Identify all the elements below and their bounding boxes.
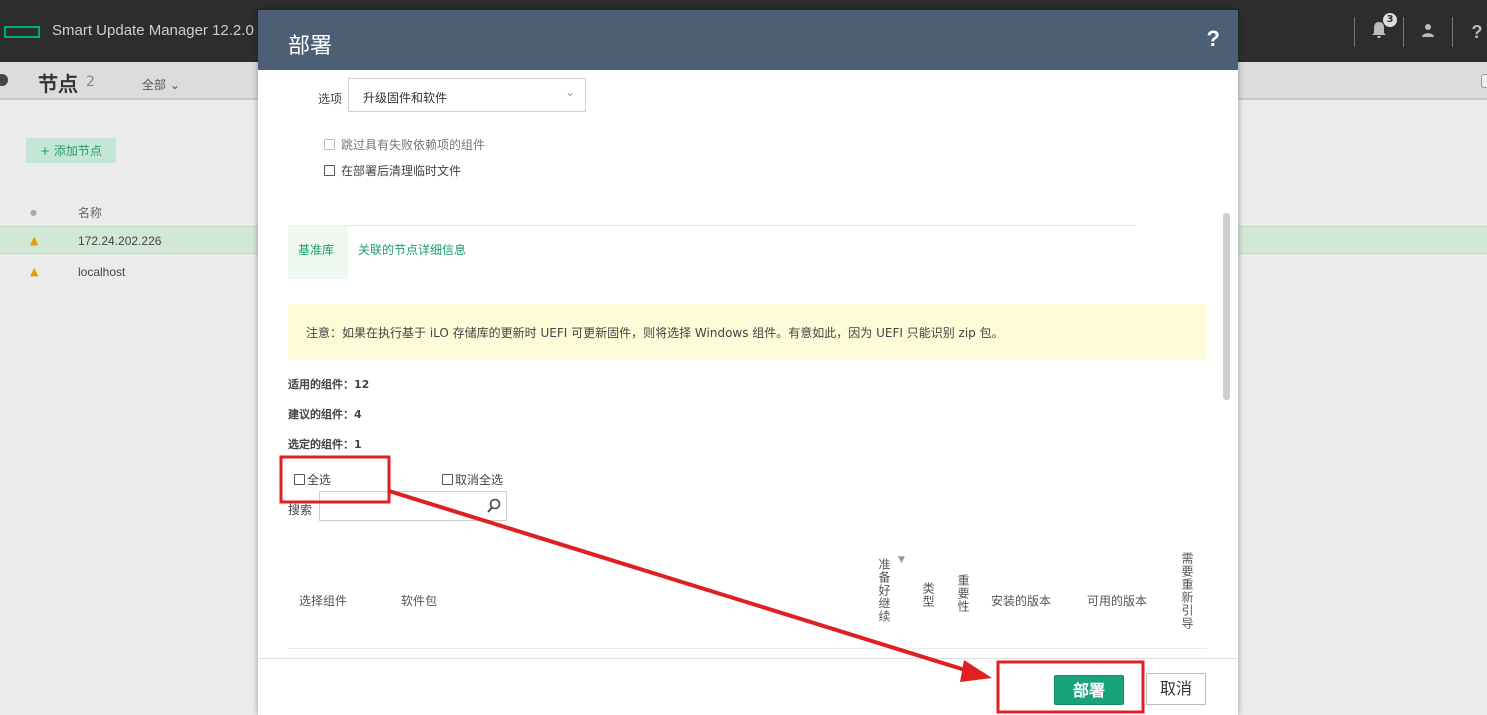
column-reboot-required[interactable]: 需要重新引导 — [1179, 552, 1196, 630]
sort-icon[interactable]: ▼ — [898, 555, 905, 565]
node-row[interactable]: ▲ 172.24.202.226 — [0, 226, 260, 254]
divider — [288, 225, 1136, 226]
selected-components: 选定的组件：1 — [288, 438, 362, 451]
node-list-header: ● 名称 — [0, 202, 260, 222]
toggle-icon[interactable] — [1481, 74, 1487, 88]
status-dot-icon: ● — [30, 208, 37, 217]
node-name: 172.24.202.226 — [78, 234, 162, 248]
app-title: Smart Update Manager 12.2.0 — [52, 22, 254, 39]
tab-node-details[interactable]: 关联的节点详细信息 — [358, 241, 466, 258]
column-select-component[interactable]: 选择组件 — [299, 592, 347, 609]
warning-icon: ▲ — [30, 234, 39, 247]
option-select-value: 升级固件和软件 — [363, 91, 448, 105]
topbar-separator — [1452, 17, 1453, 47]
column-installed-version[interactable]: 安装的版本 — [991, 592, 1051, 609]
checkbox-icon — [294, 474, 305, 485]
option-label: 选项 — [318, 92, 343, 106]
dialog-scrollbar[interactable] — [1223, 213, 1230, 400]
node-list-panel — [0, 100, 260, 715]
tab-baseline[interactable]: 基准库 — [288, 225, 348, 279]
cleanup-temp-files-checkbox[interactable]: 在部署后清理临时文件 — [324, 162, 461, 179]
node-row[interactable]: ▲ localhost — [0, 258, 260, 286]
topbar-separator — [1403, 17, 1404, 47]
column-ready[interactable]: 准备好继续 — [876, 558, 893, 623]
recommended-components: 建议的组件：4 — [288, 408, 362, 421]
notification-badge: 3 — [1383, 12, 1397, 27]
checkbox-icon — [324, 139, 335, 150]
checkbox-label: 全选 — [307, 473, 332, 487]
collapse-icon[interactable] — [0, 74, 8, 86]
topbar-separator — [1354, 17, 1355, 47]
node-name: localhost — [78, 265, 126, 279]
node-count: 2 — [86, 74, 95, 90]
checkbox-icon — [442, 474, 453, 485]
column-package[interactable]: 软件包 — [401, 592, 437, 609]
column-available-version[interactable]: 可用的版本 — [1087, 592, 1147, 609]
column-name[interactable]: 名称 — [78, 204, 102, 221]
user-icon[interactable] — [1418, 22, 1438, 43]
help-icon[interactable]: ? — [1467, 22, 1487, 43]
dialog-title: 部署 — [288, 34, 333, 59]
select-all-checkbox[interactable]: 全选 — [294, 471, 331, 488]
selected-row-highlight — [1238, 226, 1487, 254]
dialog-header: 部署 ? — [258, 10, 1238, 70]
topbar-icons: 3 ? — [1340, 12, 1487, 50]
help-icon[interactable]: ? — [1207, 26, 1220, 52]
filter-dropdown[interactable]: 全部 ⌄ — [142, 76, 180, 93]
deploy-button[interactable]: 部署 — [1054, 675, 1124, 705]
add-node-button[interactable]: + 添加节点 — [26, 138, 116, 163]
search-input[interactable] — [319, 491, 507, 521]
notice-text: 注意：如果在执行基于 iLO 存储库的更新时 UEFI 可更新固件，则将选择 W… — [306, 326, 1004, 340]
column-importance[interactable]: 重要性 — [955, 574, 972, 613]
deselect-all-checkbox[interactable]: 取消全选 — [442, 471, 503, 488]
search-label: 搜索 — [288, 503, 313, 517]
applicable-components: 适用的组件：12 — [288, 378, 370, 391]
page-title: 节点 — [38, 72, 78, 96]
deploy-dialog: 部署 ? 选项 升级固件和软件 ⌄ 跳过具有失败依赖项的组件 在部署后清理临时文… — [258, 10, 1238, 715]
column-type[interactable]: 类型 — [920, 582, 937, 608]
bell-icon[interactable]: 3 — [1369, 12, 1397, 44]
chevron-down-icon: ⌄ — [564, 85, 575, 99]
skip-failed-dependency-checkbox[interactable]: 跳过具有失败依赖项的组件 — [324, 136, 485, 153]
checkbox-label: 在部署后清理临时文件 — [341, 164, 462, 178]
checkbox-icon — [324, 165, 335, 176]
notice-banner: 注意：如果在执行基于 iLO 存储库的更新时 UEFI 可更新固件，则将选择 W… — [288, 304, 1207, 360]
table-divider — [288, 648, 1207, 649]
checkbox-label: 取消全选 — [455, 473, 504, 487]
hpe-logo — [4, 26, 40, 38]
cancel-button[interactable]: 取消 — [1146, 673, 1206, 705]
option-select[interactable]: 升级固件和软件 ⌄ — [348, 78, 586, 112]
warning-icon: ▲ — [30, 265, 39, 278]
checkbox-label: 跳过具有失败依赖项的组件 — [341, 138, 486, 152]
tab-label: 基准库 — [298, 243, 335, 257]
search-icon[interactable] — [486, 498, 502, 514]
